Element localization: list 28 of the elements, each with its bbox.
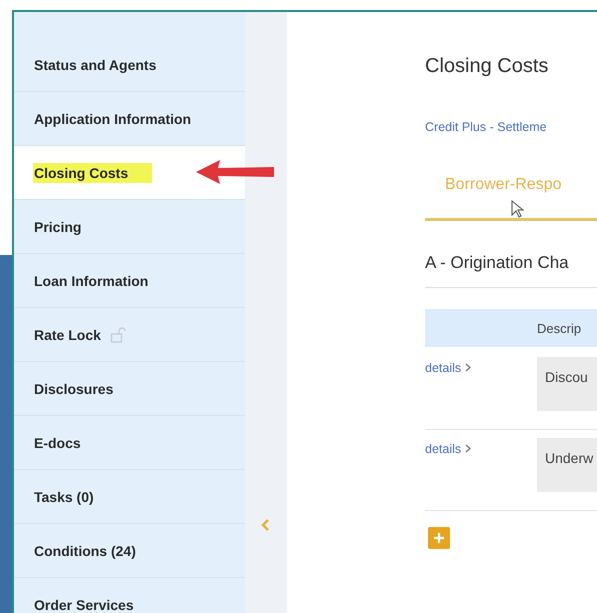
sidebar-item-label: Pricing <box>33 218 82 236</box>
sidebar-item[interactable]: Closing Costs <box>14 146 245 200</box>
description-field[interactable]: Underw <box>537 438 597 492</box>
sidebar-item-label: Disclosures <box>33 380 114 398</box>
collapse-chevron-icon[interactable] <box>260 518 270 532</box>
plus-icon <box>433 532 445 544</box>
sidebar-item-label: Conditions (24) <box>33 542 137 560</box>
sidebar-item-label: Order Services <box>33 596 135 613</box>
details-link[interactable]: details <box>425 438 537 492</box>
arrow-icon <box>194 158 276 186</box>
details-link[interactable]: details <box>425 357 537 411</box>
chevron-right-icon <box>464 444 472 453</box>
section-title: A - Origination Cha <box>425 253 597 288</box>
mouse-pointer-icon <box>511 200 525 218</box>
sidebar-item-label: Tasks (0) <box>33 488 95 506</box>
add-button[interactable] <box>428 527 450 549</box>
page-title: Closing Costs <box>425 55 550 78</box>
settlement-link[interactable]: Credit Plus - Settleme <box>425 120 597 134</box>
sidebar-item-label: E-docs <box>33 434 82 452</box>
sidebar-item[interactable]: Order Services <box>14 578 245 613</box>
chevron-right-icon <box>464 363 472 372</box>
sidebar-item-label: Application Information <box>33 110 192 128</box>
description-field[interactable]: Discou <box>537 357 597 411</box>
sidebar-item-label: Status and Agents <box>33 56 158 74</box>
sidebar-item-label: Rate Lock <box>33 326 102 344</box>
sidebar-item-label: Closing Costs <box>33 162 152 182</box>
column-header: Descrip <box>537 320 582 336</box>
sidebar-item-label: Loan Information <box>33 272 150 290</box>
